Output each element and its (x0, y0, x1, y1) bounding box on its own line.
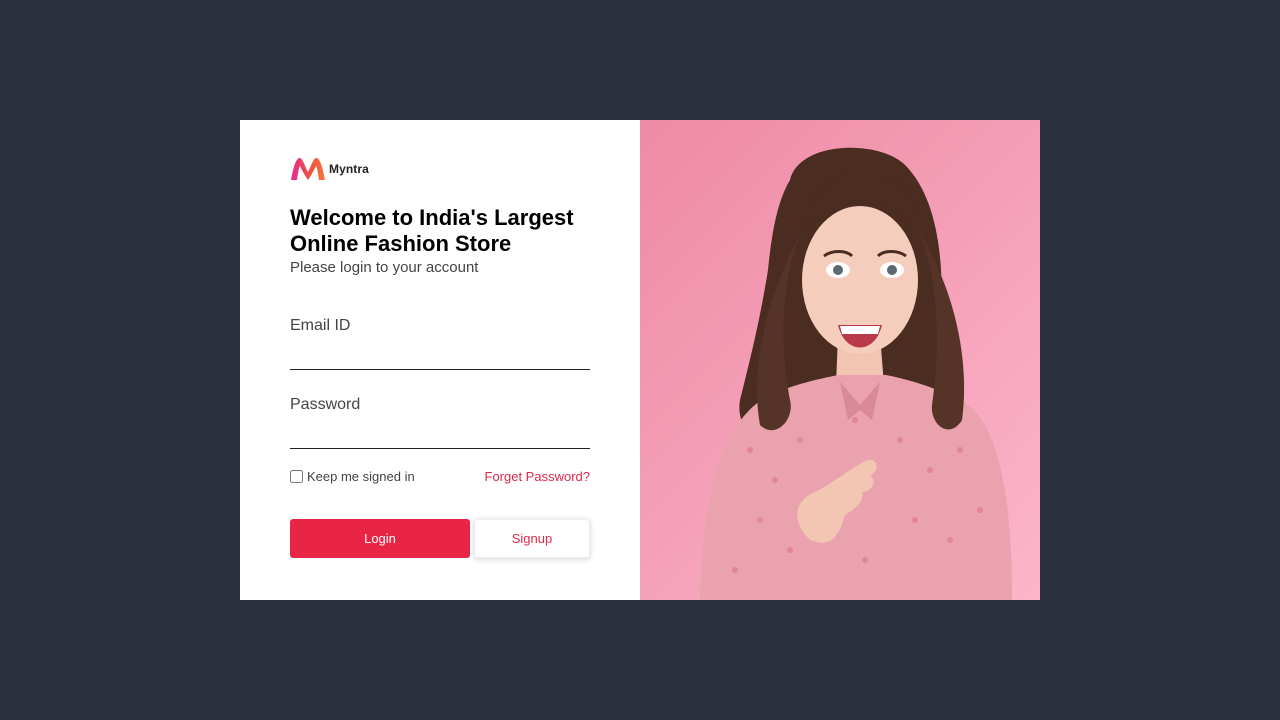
password-input[interactable] (290, 423, 590, 449)
password-label: Password (290, 396, 361, 413)
login-button[interactable]: Login (290, 519, 470, 558)
email-field-group: Email ID (290, 317, 590, 370)
hero-image (640, 120, 1040, 600)
page-title: Welcome to India's Largest Online Fashio… (290, 205, 574, 256)
page-subtitle: Please login to your account (290, 259, 479, 276)
email-input[interactable] (290, 344, 590, 370)
smiling-woman-illustration (700, 147, 1012, 600)
myntra-logo-icon (291, 157, 325, 180)
email-label: Email ID (290, 317, 351, 334)
remember-me-label: Keep me signed in (307, 469, 415, 484)
brand-logo: Myntra (290, 154, 590, 184)
signup-button[interactable]: Signup (474, 519, 590, 558)
login-options: Keep me signed in Forget Password? (290, 469, 590, 484)
login-card: Myntra Welcome to India's Largest Online… (240, 120, 1040, 600)
action-buttons: Login Signup (290, 519, 590, 558)
brand-name: Myntra (329, 162, 369, 176)
forgot-password-link[interactable]: Forget Password? (485, 469, 591, 484)
login-panel: Myntra Welcome to India's Largest Online… (240, 120, 640, 600)
remember-me[interactable]: Keep me signed in (290, 469, 415, 484)
password-field-group: Password (290, 396, 590, 449)
remember-me-checkbox[interactable] (290, 470, 303, 483)
